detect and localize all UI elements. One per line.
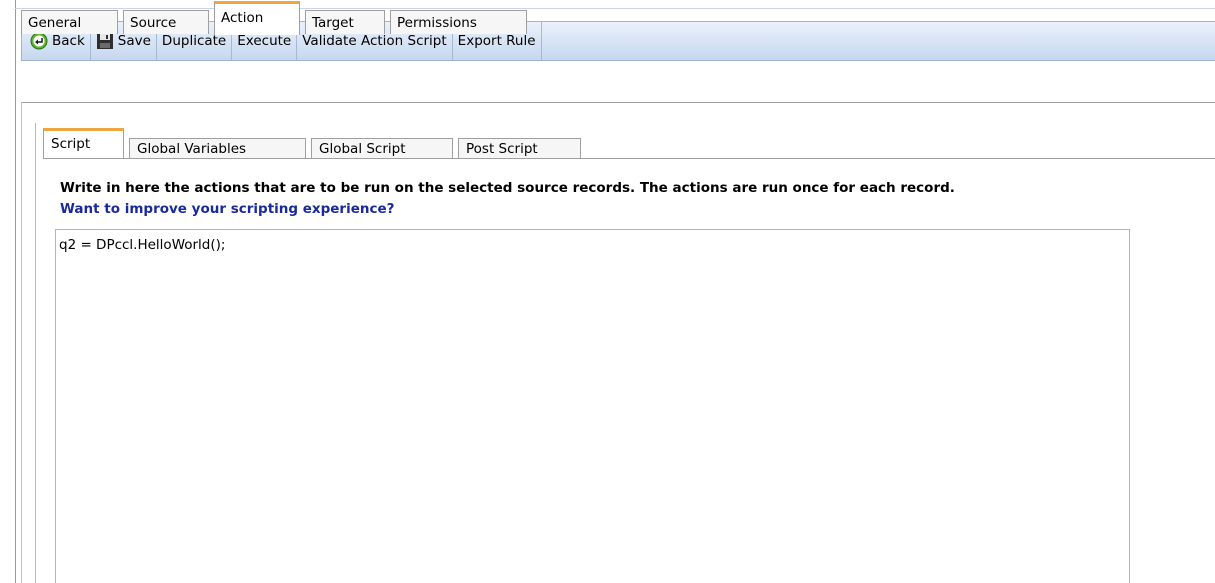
tab-global-variables-label: Global Variables [137,141,247,157]
tabs-divider [21,102,1215,103]
tab-source-label: Source [130,15,177,31]
tab-target[interactable]: Target [305,10,385,34]
script-description: Write in here the actions that are to be… [60,180,955,196]
tab-global-script-label: Global Script [319,141,406,157]
tab-source[interactable]: Source [123,10,209,34]
tab-action[interactable]: Action [214,1,300,35]
tab-general[interactable]: General [21,10,118,34]
tab-global-variables[interactable]: Global Variables [129,138,306,159]
frame-left-border [15,0,16,583]
tab-permissions-label: Permissions [397,15,477,31]
improve-scripting-link[interactable]: Want to improve your scripting experienc… [60,201,394,217]
inner-panel-left-border [35,123,36,583]
duplicate-label: Duplicate [161,33,227,49]
tab-general-label: General [28,15,82,31]
tab-post-script[interactable]: Post Script [458,138,581,159]
floppy-disk-icon [96,32,114,50]
frame-top-border [15,8,1215,9]
tab-permissions[interactable]: Permissions [390,10,527,34]
export-label: Export Rule [457,33,536,49]
tab-post-script-label: Post Script [466,141,538,157]
tab-script[interactable]: Script [43,128,124,159]
back-arrow-circle-icon [30,32,48,50]
script-editor[interactable]: q2 = DPccl.HelloWorld(); [55,229,1130,583]
tab-global-script[interactable]: Global Script [311,138,453,159]
execute-label: Execute [237,33,292,49]
save-label: Save [117,33,151,49]
tab-target-label: Target [312,15,354,31]
back-label: Back [52,33,85,49]
inner-tabs-divider [43,158,1215,159]
validate-label: Validate Action Script [302,33,447,49]
panel-left-border [21,102,22,583]
tab-script-label: Script [51,136,91,152]
tab-action-label: Action [221,10,264,26]
